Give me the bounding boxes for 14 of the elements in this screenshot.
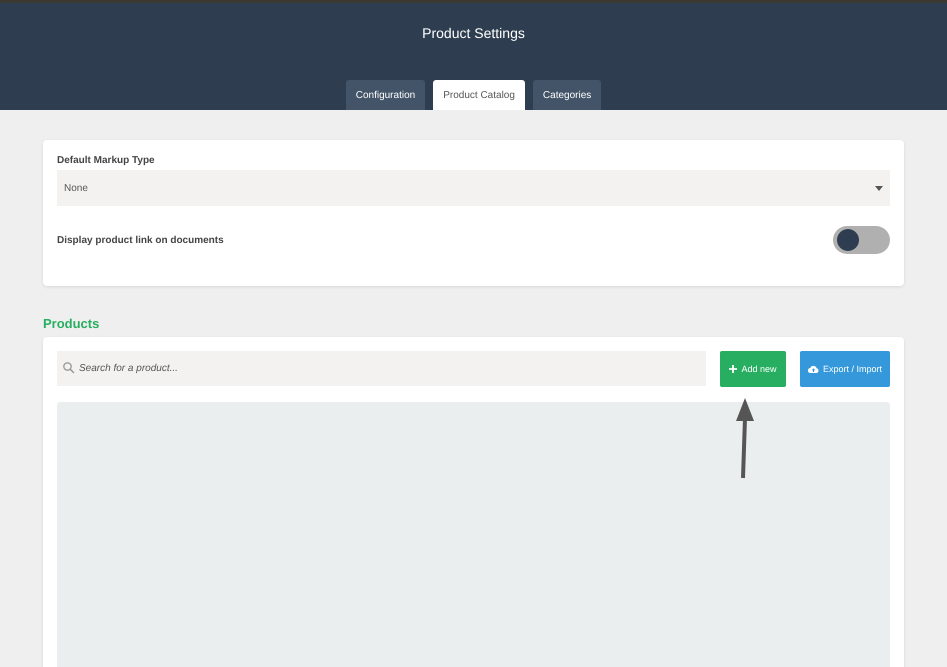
tab[interactable]: Categories: [532, 80, 602, 110]
search-icon: [63, 362, 75, 374]
caret-icon: [875, 186, 883, 190]
cloud-upload-icon: [808, 365, 819, 373]
markup-select[interactable]: None: [57, 170, 890, 206]
toggle-switch[interactable]: [833, 226, 890, 254]
page-title: Product Settings: [422, 25, 525, 41]
tab[interactable]: Product Catalog: [433, 80, 525, 110]
section-heading: Products: [43, 316, 100, 331]
search-field[interactable]: Search for a product...: [57, 351, 706, 386]
plus-icon: [729, 365, 738, 373]
tab[interactable]: Configuration: [346, 80, 426, 110]
field-label: Default Markup Type: [57, 155, 156, 166]
toggle-label: Display product link on documents: [57, 234, 224, 246]
